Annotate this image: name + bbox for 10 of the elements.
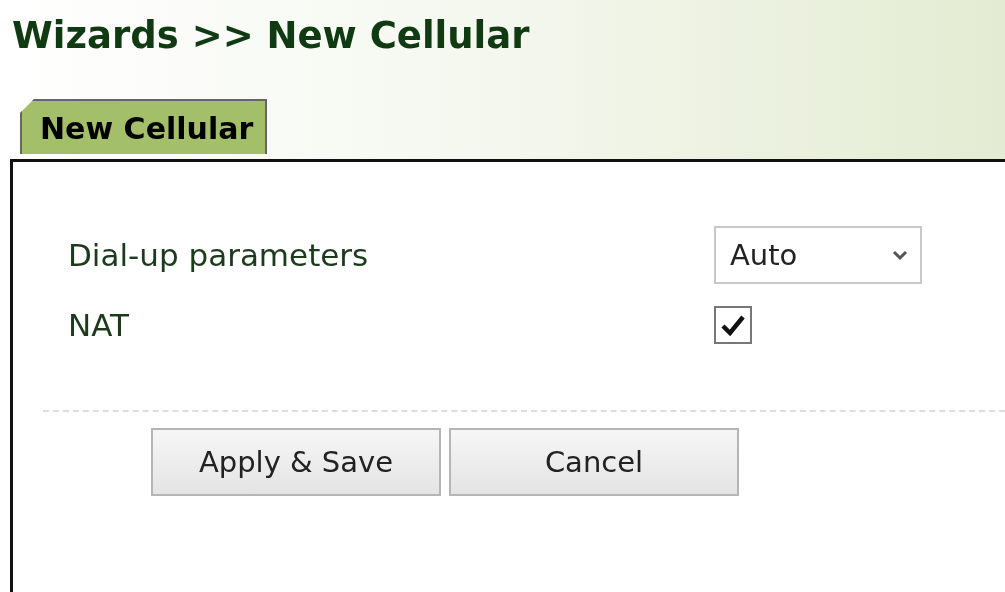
field-label: Dial-up parameters bbox=[68, 237, 370, 273]
tab[interactable]: New Cellular bbox=[20, 99, 268, 154]
checkbox[interactable] bbox=[714, 306, 752, 344]
field-label: NAT bbox=[68, 307, 130, 343]
dropdown[interactable]: Auto bbox=[714, 226, 922, 284]
checkmark-icon bbox=[720, 313, 746, 337]
chevron-down-icon bbox=[892, 249, 908, 261]
page-title: Wizards >> New Cellular bbox=[11, 13, 531, 59]
action-button[interactable]: Cancel bbox=[449, 428, 739, 496]
action-button[interactable]: Apply & Save bbox=[151, 428, 441, 496]
